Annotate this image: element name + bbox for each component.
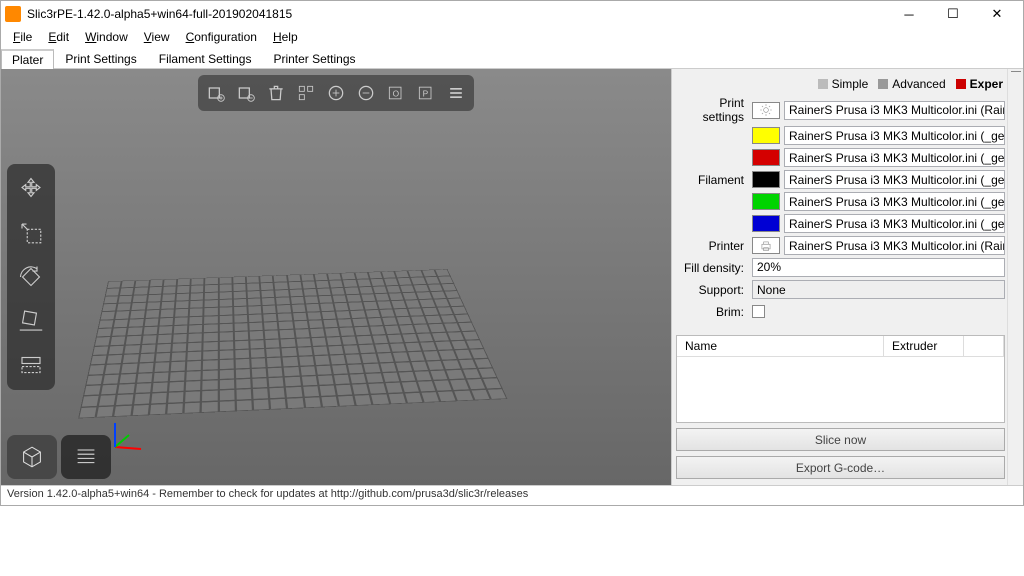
statusbar: Version 1.42.0-alpha5+win64 - Remember t…: [1, 485, 1023, 505]
move-tool-icon[interactable]: [12, 170, 50, 208]
tab-printer-settings[interactable]: Printer Settings: [262, 49, 366, 68]
window-title: Slic3rPE-1.42.0-alpha5+win64-full-201902…: [27, 7, 887, 21]
mode-selector: Simple Advanced Exper: [676, 73, 1005, 95]
remove-cube-icon[interactable]: [232, 79, 260, 107]
menu-help[interactable]: Help: [265, 28, 306, 46]
filament-dropdown-2[interactable]: RainerS Prusa i3 MK3 Multicolor.ini (_ge…: [784, 148, 1005, 167]
delete-icon[interactable]: [262, 79, 290, 107]
remove-instance-icon[interactable]: [352, 79, 380, 107]
object-list[interactable]: Name Extruder: [676, 335, 1005, 423]
add-cube-icon[interactable]: [202, 79, 230, 107]
tab-print-settings[interactable]: Print Settings: [54, 49, 147, 68]
menubar: File Edit Window View Configuration Help: [1, 27, 1023, 47]
printer-icon[interactable]: [752, 237, 780, 254]
svg-text:P: P: [423, 88, 429, 98]
filament-swatch-1[interactable]: [752, 127, 780, 144]
printer-dropdown[interactable]: RainerS Prusa i3 MK3 Multicolor.ini (Rai…: [784, 236, 1005, 255]
app-window: Slic3rPE-1.42.0-alpha5+win64-full-201902…: [0, 0, 1024, 506]
label-print-settings: Print settings: [676, 96, 748, 124]
list-col-extruder[interactable]: Extruder: [884, 336, 964, 356]
menu-edit[interactable]: Edit: [40, 28, 77, 46]
gear-icon[interactable]: [752, 102, 780, 119]
app-icon: [5, 6, 21, 22]
label-filament: Filament: [676, 173, 748, 187]
filament-dropdown-5[interactable]: RainerS Prusa i3 MK3 Multicolor.ini (_ge…: [784, 214, 1005, 233]
print-settings-dropdown[interactable]: RainerS Prusa i3 MK3 Multicolor.ini (Rai…: [784, 101, 1005, 120]
scale-tool-icon[interactable]: [12, 214, 50, 252]
tab-filament-settings[interactable]: Filament Settings: [148, 49, 263, 68]
build-plate: [78, 269, 507, 418]
add-instance-icon[interactable]: [322, 79, 350, 107]
menu-window[interactable]: Window: [77, 28, 136, 46]
menu-file[interactable]: File: [5, 28, 40, 46]
tabbar: Plater Print Settings Filament Settings …: [1, 47, 1023, 69]
mode-advanced[interactable]: Advanced: [878, 77, 945, 91]
list-col-empty: [964, 336, 1004, 356]
viewport-side-toolbar: [7, 164, 55, 390]
filament-swatch-4[interactable]: [752, 193, 780, 210]
split-parts-icon[interactable]: P: [412, 79, 440, 107]
brim-checkbox[interactable]: [752, 305, 765, 318]
close-button[interactable]: ✕: [975, 1, 1019, 27]
export-gcode-button[interactable]: Export G-code…: [676, 456, 1005, 479]
filament-swatch-5[interactable]: [752, 215, 780, 232]
layers-icon[interactable]: [442, 79, 470, 107]
mode-simple[interactable]: Simple: [818, 77, 869, 91]
support-dropdown[interactable]: None: [752, 280, 1005, 299]
flatten-tool-icon[interactable]: [12, 302, 50, 340]
menu-configuration[interactable]: Configuration: [178, 28, 265, 46]
viewport-3d[interactable]: O P: [1, 69, 671, 485]
list-col-name[interactable]: Name: [677, 336, 884, 356]
label-support: Support:: [676, 283, 748, 297]
arrange-icon[interactable]: [292, 79, 320, 107]
split-objects-icon[interactable]: O: [382, 79, 410, 107]
menu-view[interactable]: View: [136, 28, 178, 46]
main-area: O P: [1, 69, 1023, 485]
mode-3d-button[interactable]: [7, 435, 57, 479]
filament-dropdown-1[interactable]: RainerS Prusa i3 MK3 Multicolor.ini (_ge…: [784, 126, 1005, 145]
axis-gizmo: [107, 415, 147, 455]
label-printer: Printer: [676, 239, 748, 253]
viewport-mode-buttons: [7, 435, 111, 479]
label-fill-density: Fill density:: [676, 261, 748, 275]
svg-text:O: O: [393, 88, 400, 98]
cut-tool-icon[interactable]: [12, 346, 50, 384]
viewport-toolbar: O P: [198, 75, 474, 111]
filament-dropdown-3[interactable]: RainerS Prusa i3 MK3 Multicolor.ini (_ge…: [784, 170, 1005, 189]
scrollbar[interactable]: [1007, 69, 1023, 485]
tab-plater[interactable]: Plater: [1, 49, 54, 69]
mode-preview-button[interactable]: [61, 435, 111, 479]
titlebar: Slic3rPE-1.42.0-alpha5+win64-full-201902…: [1, 1, 1023, 27]
minimize-button[interactable]: ─: [887, 1, 931, 27]
maximize-button[interactable]: ☐: [931, 1, 975, 27]
filament-dropdown-4[interactable]: RainerS Prusa i3 MK3 Multicolor.ini (_ge…: [784, 192, 1005, 211]
label-brim: Brim:: [676, 305, 748, 319]
filament-swatch-2[interactable]: [752, 149, 780, 166]
filament-swatch-3[interactable]: [752, 171, 780, 188]
right-panel: Simple Advanced Exper Print settings Rai…: [671, 69, 1023, 485]
rotate-tool-icon[interactable]: [12, 258, 50, 296]
mode-expert[interactable]: Exper: [956, 77, 1003, 91]
fill-density-input[interactable]: 20%: [752, 258, 1005, 277]
slice-now-button[interactable]: Slice now: [676, 428, 1005, 451]
